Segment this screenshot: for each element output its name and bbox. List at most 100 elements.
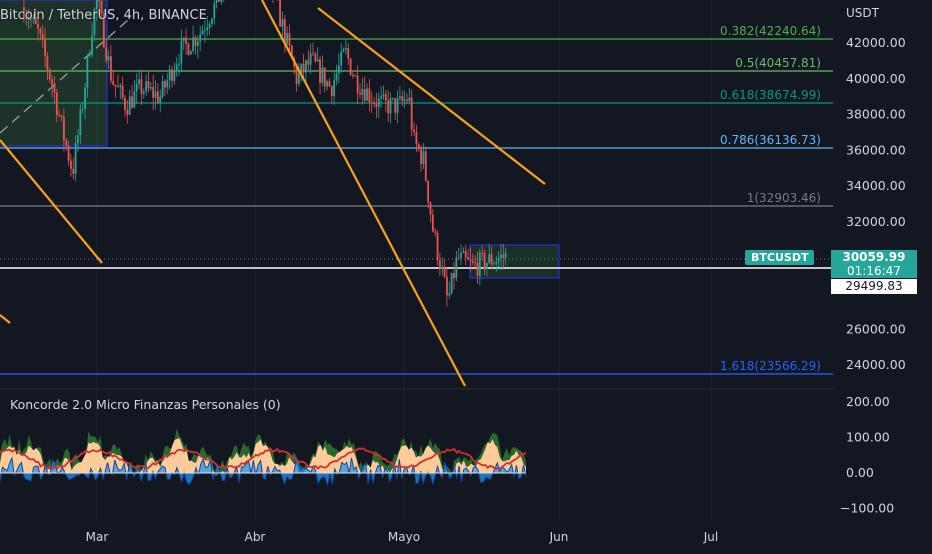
chart-area[interactable]: 0.382(42240.64) 0.5(40457.81) 0.618(38674.… <box>0 0 932 550</box>
candle-body <box>206 27 209 31</box>
indicator-tick: −100.00 <box>840 501 894 516</box>
indicator-tick: 200.00 <box>846 394 890 409</box>
price-tick: 34000.00 <box>846 178 906 193</box>
price-tick: 38000.00 <box>846 107 906 122</box>
candle-body <box>65 140 68 146</box>
candle-body <box>497 257 500 262</box>
candle-body <box>347 47 350 59</box>
candle-body <box>128 96 131 115</box>
candle-body <box>396 98 399 113</box>
candle-body <box>39 28 42 34</box>
indicator-tick: 100.00 <box>846 430 890 445</box>
candle-body <box>429 202 432 215</box>
candle-body <box>159 96 162 103</box>
candle-body <box>175 65 178 72</box>
candle-body <box>441 267 444 270</box>
candle-body <box>121 85 124 98</box>
candle-body <box>98 0 101 2</box>
candle-body <box>504 252 507 258</box>
price-tick: 32000.00 <box>846 214 906 229</box>
candle-body <box>415 132 418 145</box>
candle-body <box>342 49 345 52</box>
candle-body <box>413 129 415 133</box>
candle-body <box>114 84 117 87</box>
candle-body <box>149 87 152 89</box>
candle-body <box>185 37 187 44</box>
candle-body <box>422 151 425 165</box>
candle-body <box>86 55 89 88</box>
candle-body <box>335 73 338 81</box>
candle-body <box>164 81 166 88</box>
candle-body <box>166 80 169 88</box>
candle-body <box>81 108 84 110</box>
candle-body <box>495 261 498 264</box>
candle-body <box>316 59 319 62</box>
price-tick: 24000.00 <box>846 357 906 372</box>
candle-body <box>443 267 446 277</box>
fib-label: 1.618(23566.29) <box>720 359 821 373</box>
price-chart[interactable]: 0.382(42240.64) 0.5(40457.81) 0.618(38674.… <box>0 0 932 550</box>
candle-body <box>366 88 368 101</box>
candle-body <box>488 254 491 263</box>
candle-body <box>446 276 448 296</box>
candle-body <box>124 97 126 110</box>
price-axis-unit: USDT <box>846 6 879 20</box>
candle-body <box>457 257 460 259</box>
price-tick: 42000.00 <box>846 35 906 50</box>
candle-body <box>72 168 75 174</box>
candle-body <box>286 33 289 44</box>
candle-body <box>126 109 129 115</box>
candle-body <box>135 83 138 92</box>
candle-body <box>401 96 404 102</box>
candle-body <box>173 71 176 81</box>
candle-body <box>220 0 223 2</box>
candle-body <box>192 37 195 51</box>
candle-body <box>171 69 173 81</box>
candle-body <box>368 88 371 103</box>
candle-body <box>55 92 58 115</box>
candle-body <box>74 143 77 174</box>
candle-body <box>394 97 397 113</box>
candle-body <box>37 23 39 29</box>
candle-body <box>88 54 91 56</box>
candle-body <box>370 102 373 103</box>
candle-body <box>297 73 300 84</box>
candle-body <box>434 231 437 233</box>
candle-body <box>41 33 44 40</box>
candle-body <box>208 23 211 28</box>
candle-body <box>218 0 220 2</box>
indicator-tick: 0.00 <box>846 465 874 480</box>
candle-body <box>493 263 495 265</box>
candle-body <box>464 250 467 258</box>
candle-body <box>180 40 183 64</box>
candle-body <box>399 96 401 99</box>
candle-body <box>363 88 366 101</box>
candle-body <box>424 151 427 181</box>
candle-body <box>467 257 469 260</box>
candle-body <box>403 99 406 102</box>
candle-body <box>199 34 202 42</box>
candle-body <box>455 257 458 279</box>
candle-body <box>105 47 108 61</box>
candle-body <box>373 102 375 104</box>
indicator-title[interactable]: Koncorde 2.0 Micro Finanzas Personales (… <box>10 397 281 412</box>
candle-body <box>314 53 317 62</box>
candle-body <box>436 232 439 261</box>
candle-body <box>349 58 352 75</box>
candle-body <box>321 67 324 83</box>
candle-body <box>309 53 312 65</box>
candle-body <box>344 47 347 50</box>
candle-body <box>46 56 49 70</box>
candle-body <box>500 254 502 258</box>
candle-body <box>117 86 119 88</box>
candle-body <box>389 98 392 114</box>
candle-body <box>196 41 199 47</box>
candle-body <box>307 60 310 65</box>
candle-body <box>213 3 216 19</box>
candle-body <box>384 94 387 101</box>
candle-body <box>340 51 343 66</box>
candle-body <box>462 250 465 253</box>
symbol-title[interactable]: Bitcoin / TetherUS, 4h, BINANCE <box>0 8 207 23</box>
candle-body <box>323 67 326 87</box>
candle-body <box>70 160 72 169</box>
